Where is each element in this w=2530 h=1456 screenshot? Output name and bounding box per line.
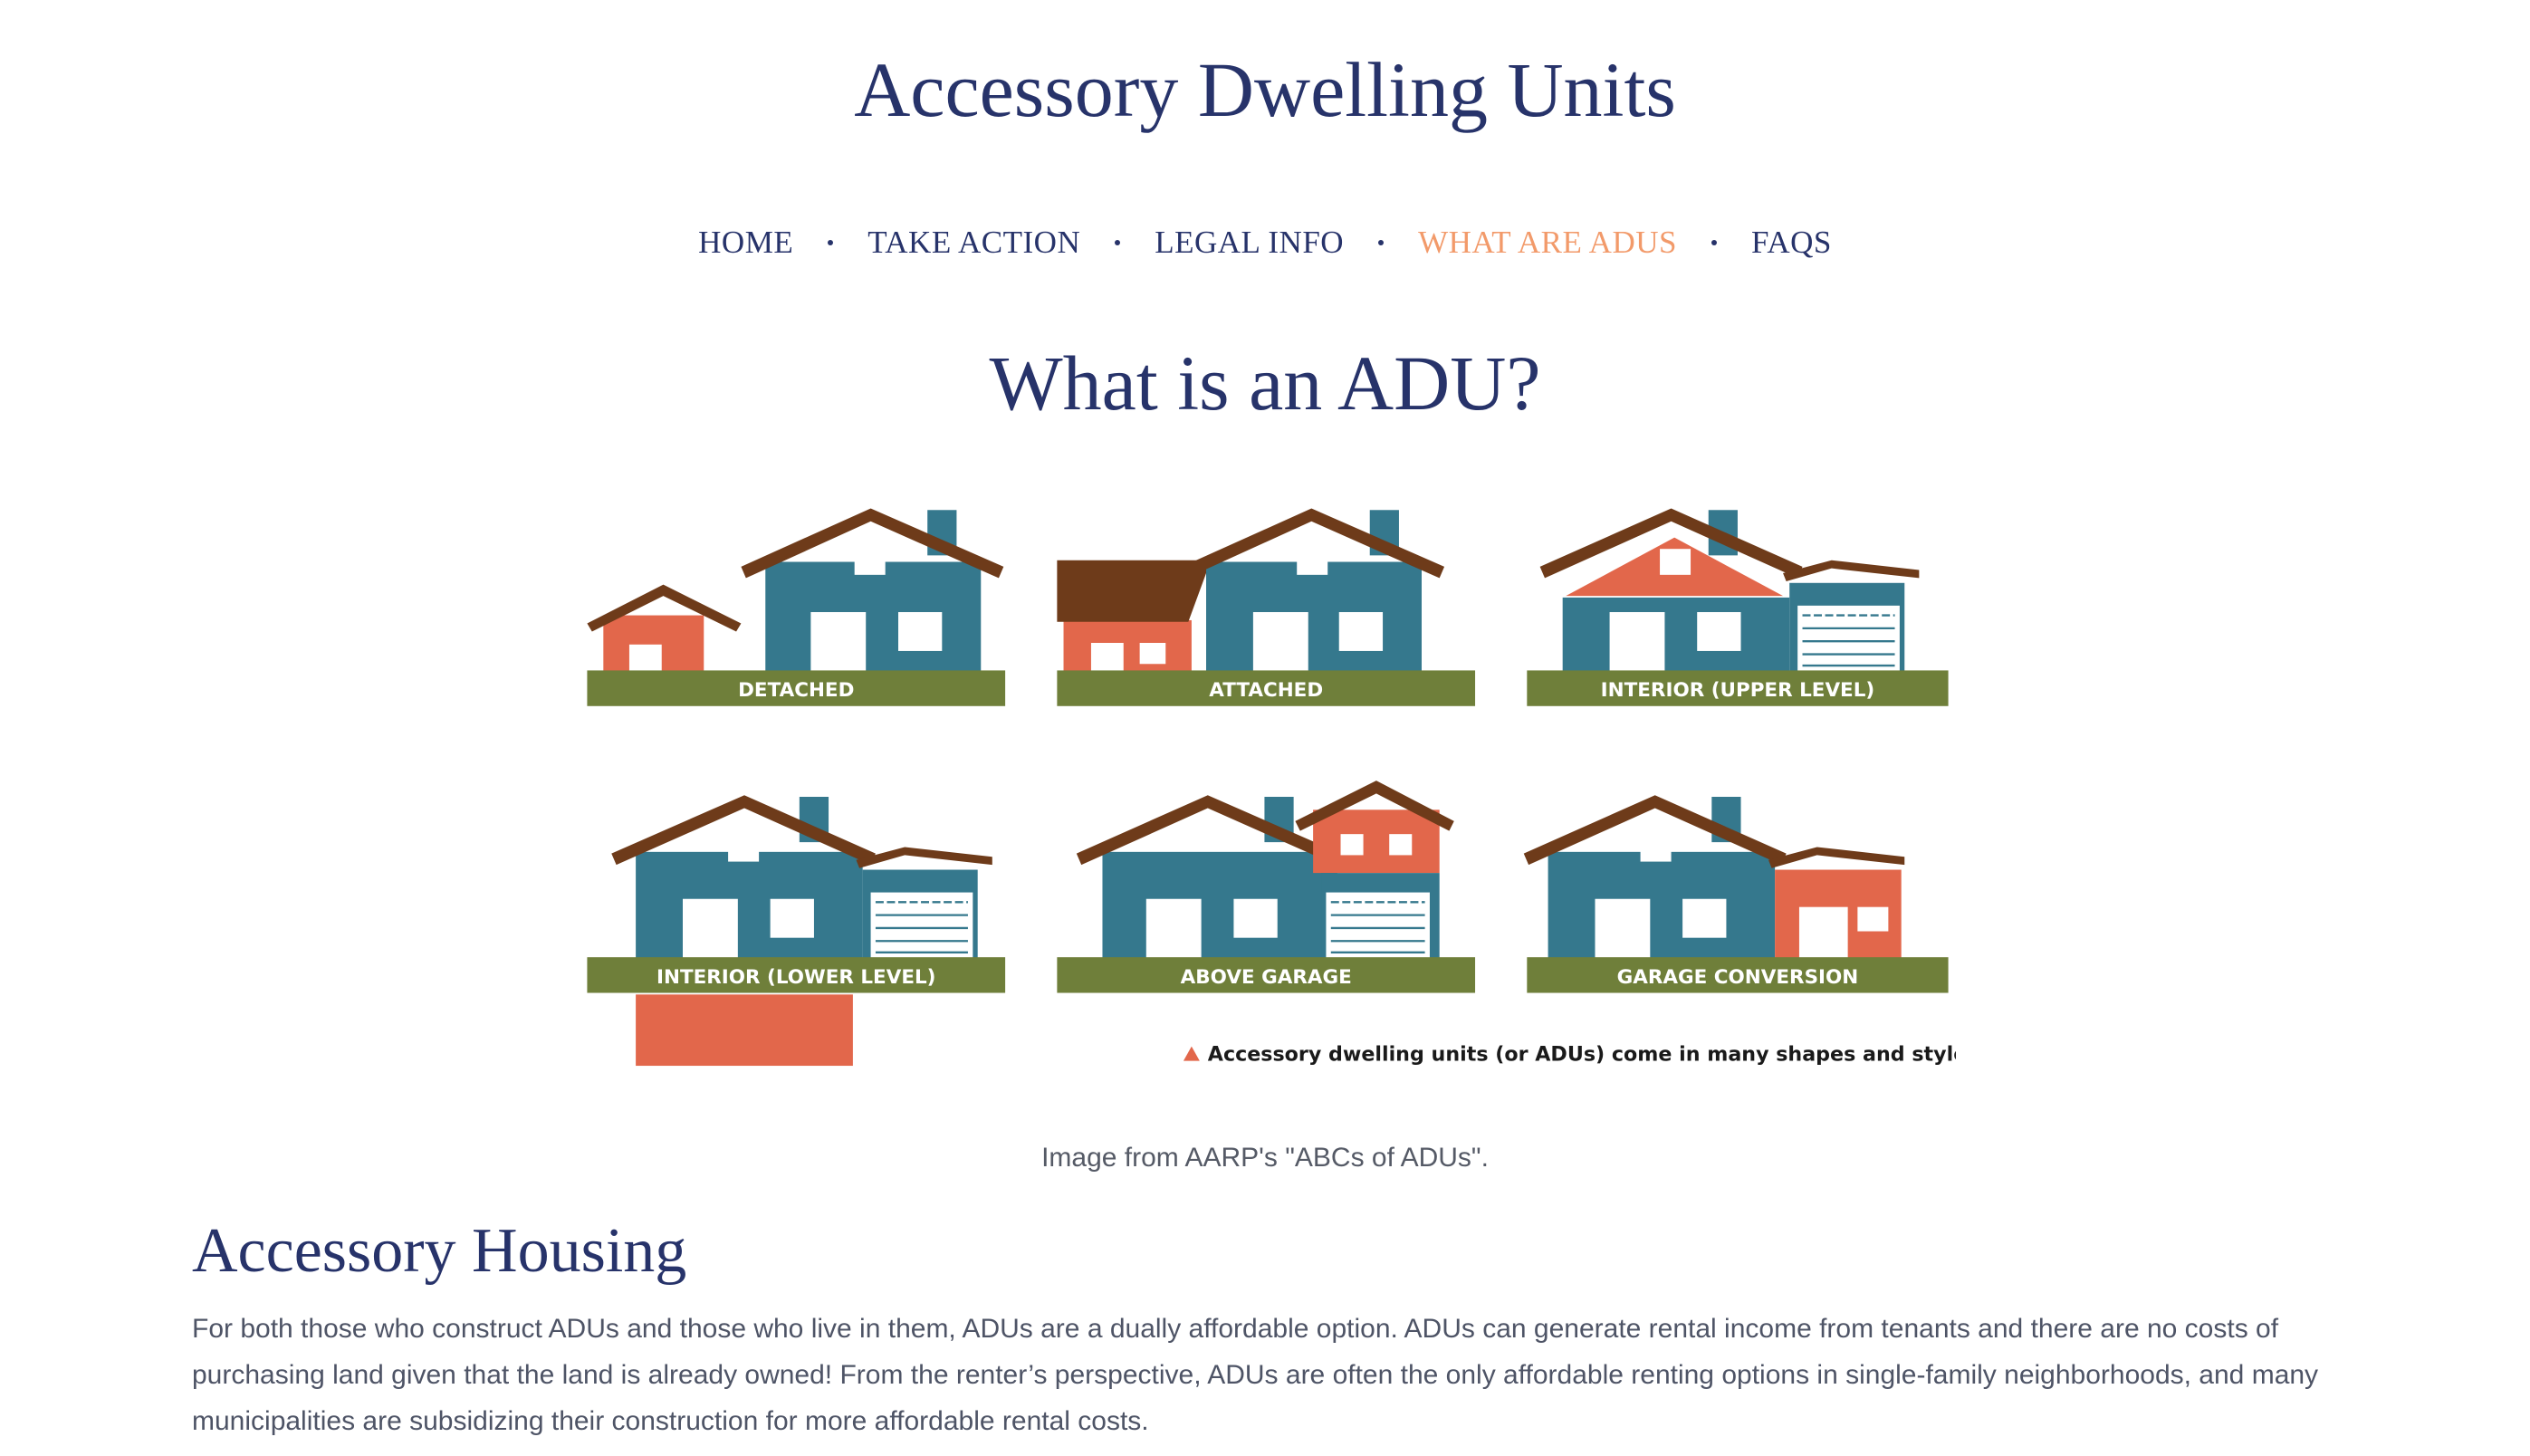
door — [628, 644, 662, 674]
window — [1233, 898, 1278, 938]
label-above-garage: ABOVE GARAGE — [1181, 966, 1352, 989]
main-house-body — [1206, 561, 1422, 674]
section-body-text: For both those who construct ADUs and th… — [192, 1314, 2319, 1436]
main-house-body — [1102, 851, 1337, 961]
figure-caption: Image from AARP's "ABCs of ADUs". — [1041, 1143, 1489, 1173]
page-heading: What is an ADU? — [989, 340, 1541, 426]
window — [1340, 834, 1364, 856]
door — [1090, 643, 1124, 674]
window — [728, 835, 760, 862]
garage-conversion-illustration: GARAGE CONVERSION — [1523, 795, 1949, 993]
window — [854, 549, 886, 575]
main-house-body — [765, 561, 982, 674]
nav-separator — [1115, 240, 1121, 245]
window — [1682, 898, 1727, 938]
nav-legal-info-link[interactable]: LEGAL INFO — [1155, 225, 1344, 261]
window — [1389, 834, 1413, 856]
window — [1857, 906, 1889, 932]
adu-above-garage — [1313, 809, 1440, 874]
main-house-body — [636, 851, 863, 961]
label-detached: DETACHED — [738, 679, 854, 702]
detached-house-illustration: DETACHED — [587, 508, 1006, 706]
nav-take-action-link[interactable]: TAKE ACTION — [867, 225, 1080, 261]
label-interior-upper: INTERIOR (UPPER LEVEL) — [1601, 679, 1875, 702]
nav-faqs-link[interactable]: FAQS — [1751, 225, 1832, 261]
nav-home-link[interactable]: HOME — [698, 225, 793, 261]
nav-separator — [1711, 240, 1717, 245]
nav-what-are-adus-link[interactable]: WHAT ARE ADUS — [1418, 225, 1677, 261]
label-interior-lower: INTERIOR (LOWER LEVEL) — [656, 966, 936, 989]
site-title[interactable]: Accessory Dwelling Units — [0, 43, 2530, 137]
window — [1697, 612, 1741, 651]
legend-triangle-icon — [1183, 1046, 1200, 1061]
adu-basement — [636, 994, 853, 1067]
interior-upper-level-illustration: INTERIOR (UPPER LEVEL) — [1527, 508, 1949, 706]
garage-roof — [1783, 560, 1920, 581]
nav-separator — [828, 240, 834, 245]
adu-roof — [1768, 847, 1905, 868]
window — [1139, 643, 1166, 665]
label-attached: ATTACHED — [1209, 679, 1323, 702]
nav-separator — [1378, 240, 1385, 245]
window — [1338, 612, 1384, 651]
adu-body — [1063, 619, 1192, 674]
figure-legend: Accessory dwelling units (or ADUs) come … — [1208, 1043, 1956, 1067]
label-garage-conversion: GARAGE CONVERSION — [1617, 966, 1859, 989]
adu-roof — [1057, 560, 1206, 622]
window — [1660, 549, 1691, 575]
window — [770, 898, 814, 938]
window — [1640, 835, 1672, 862]
adu-types-illustration: DETACHED ATTACHED INTERIOR (UPPER LEVEL)… — [587, 508, 1956, 1067]
main-house-body — [1562, 597, 1790, 674]
door — [1252, 612, 1308, 674]
door — [1609, 612, 1665, 674]
main-nav: HOME TAKE ACTION LEGAL INFO WHAT ARE ADU… — [0, 225, 2530, 261]
window — [898, 612, 943, 651]
above-garage-illustration: ABOVE GARAGE — [1057, 781, 1476, 993]
garage-roof — [856, 847, 992, 868]
door — [1798, 906, 1848, 961]
window — [1297, 549, 1328, 575]
door — [683, 898, 738, 961]
attached-house-illustration: ATTACHED — [1057, 508, 1476, 706]
section-heading: Accessory Housing — [192, 1216, 687, 1286]
main-house-body — [1548, 851, 1776, 961]
door — [1595, 898, 1651, 961]
door — [1145, 898, 1202, 961]
door — [810, 612, 867, 674]
interior-lower-level-illustration: INTERIOR (LOWER LEVEL) — [587, 795, 1006, 1067]
